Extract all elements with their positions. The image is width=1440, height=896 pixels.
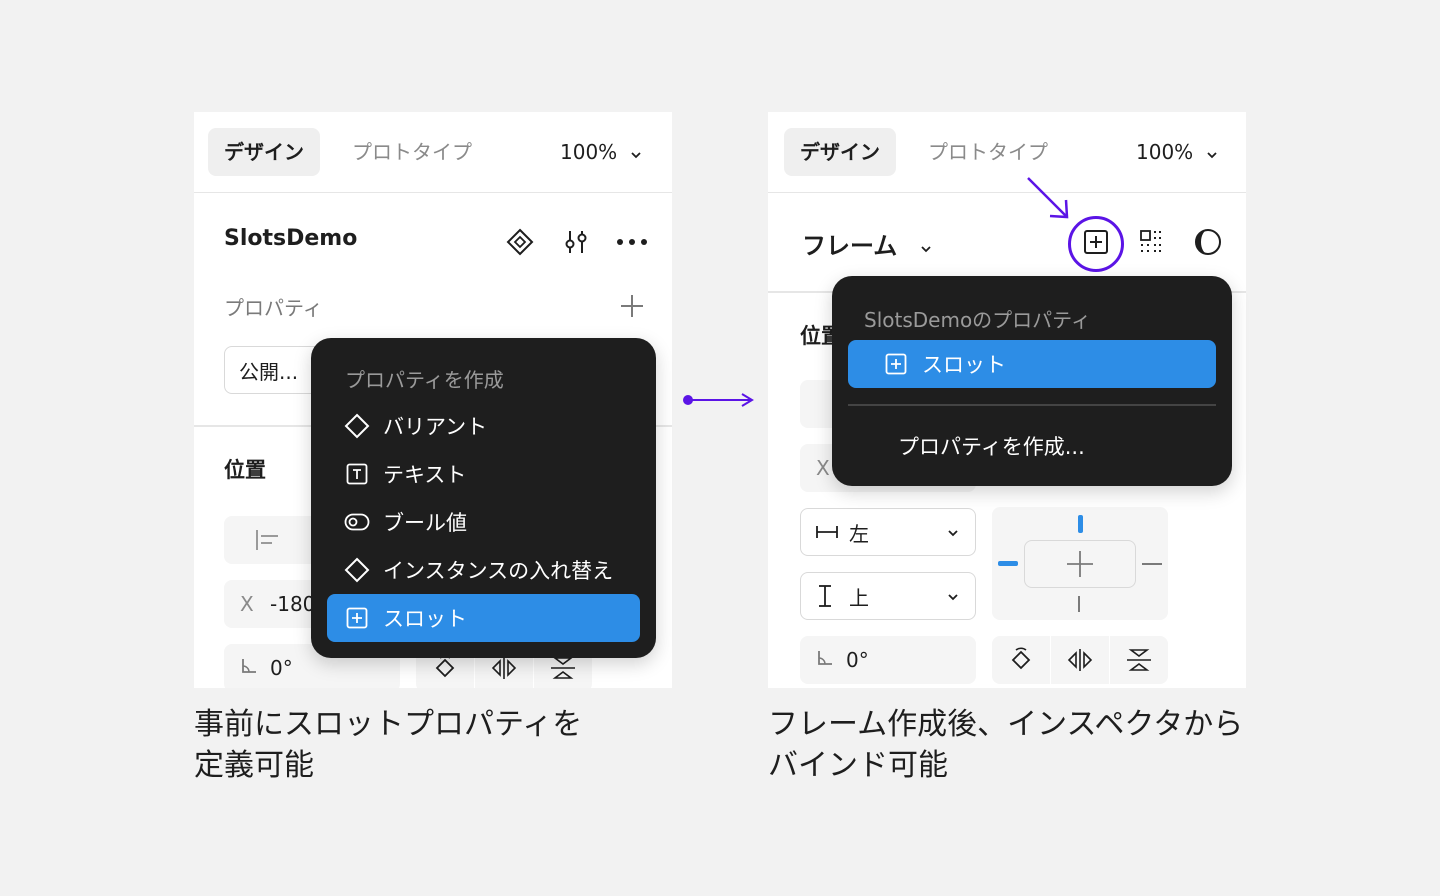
caption-line: 事前にスロットプロパティを xyxy=(194,707,583,742)
vertical-constraint-value: 上 xyxy=(849,585,869,610)
tab-prototype[interactable]: プロトタイプ xyxy=(336,128,488,176)
menu-item-instance-swap[interactable]: インスタンスの入れ替え xyxy=(327,546,640,594)
menu-item-create-property[interactable]: プロパティを作成... xyxy=(848,422,1216,470)
diamond-icon xyxy=(343,556,371,584)
adjust-sliders-icon[interactable] xyxy=(558,224,594,260)
appearance-mode-icon[interactable] xyxy=(1190,224,1226,260)
zoom-value: 100% xyxy=(1136,140,1194,164)
menu-item-slot[interactable]: スロット xyxy=(848,340,1216,388)
vertical-constraint-dropdown[interactable]: 上 xyxy=(800,572,976,620)
chevron-down-icon xyxy=(1206,130,1218,178)
constraint-left-handle[interactable] xyxy=(998,561,1018,566)
menu-divider xyxy=(848,404,1216,406)
menu-item-slot[interactable]: スロット xyxy=(327,594,640,642)
frame-label: フレーム xyxy=(802,232,898,260)
menu-header: SlotsDemoのプロパティ xyxy=(864,308,1091,332)
flip-horizontal-button[interactable] xyxy=(1051,636,1110,684)
rotation-value: 0° xyxy=(270,656,293,680)
menu-item-label: バリアント xyxy=(383,415,488,439)
tab-design[interactable]: デザイン xyxy=(784,128,896,176)
add-property-plus-icon[interactable] xyxy=(614,288,650,324)
plus-square-icon xyxy=(343,604,371,632)
x-value: -180 xyxy=(270,592,316,616)
tab-bar: デザイン プロトタイプ 100% xyxy=(194,112,672,193)
x-label: X xyxy=(240,592,254,616)
frame-dropdown[interactable]: フレーム xyxy=(802,226,932,261)
menu-item-boolean[interactable]: ブール値 xyxy=(327,498,640,546)
transform-buttons xyxy=(992,636,1168,684)
constraint-right-handle[interactable] xyxy=(1142,563,1162,565)
align-left-button[interactable] xyxy=(224,516,313,564)
tab-design[interactable]: デザイン xyxy=(208,128,320,176)
create-property-menu: プロパティを作成 バリアント テキスト ブール値 インスタンスの入れ替え スロッ… xyxy=(311,338,656,658)
transition-arrow xyxy=(680,390,760,410)
visibility-field-text: 公開... xyxy=(239,359,299,384)
menu-item-text[interactable]: テキスト xyxy=(327,450,640,498)
vertical-constraint-icon xyxy=(817,584,849,608)
toggle-icon xyxy=(343,508,371,536)
pointer-arrow xyxy=(1024,174,1074,224)
position-label: 位置 xyxy=(224,458,266,482)
zoom-value: 100% xyxy=(560,140,618,164)
menu-item-label: スロット xyxy=(922,353,1006,377)
text-box-icon xyxy=(343,460,371,488)
horizontal-constraint-value: 左 xyxy=(849,521,869,546)
right-caption: フレーム作成後、インスペクタから バインド可能 xyxy=(768,704,1243,786)
chevron-down-icon xyxy=(947,520,959,544)
constraint-center-box[interactable] xyxy=(1024,540,1136,588)
rotation-angle-icon xyxy=(240,656,270,680)
caption-line: フレーム作成後、インスペクタから xyxy=(768,707,1244,742)
menu-item-label: プロパティを作成... xyxy=(898,435,1085,459)
add-slot-button[interactable] xyxy=(1078,224,1114,260)
menu-header: プロパティを作成 xyxy=(345,368,504,392)
plus-square-icon xyxy=(882,350,910,378)
menu-item-label: テキスト xyxy=(383,463,467,487)
tab-bar: デザイン プロトタイプ 100% xyxy=(768,112,1246,193)
horizontal-constraint-icon xyxy=(815,524,849,540)
zoom-dropdown[interactable]: 100% xyxy=(1136,128,1218,176)
horizontal-constraint-dropdown[interactable]: 左 xyxy=(800,508,976,556)
chevron-down-icon xyxy=(630,130,642,178)
properties-label: プロパティ xyxy=(224,296,323,320)
constraint-bottom-handle[interactable] xyxy=(1078,596,1080,612)
flip-vertical-button[interactable] xyxy=(1110,636,1168,684)
chevron-down-icon xyxy=(920,233,932,261)
rotate-button[interactable] xyxy=(992,636,1051,684)
chevron-down-icon xyxy=(947,584,959,608)
menu-item-label: ブール値 xyxy=(383,511,467,535)
left-caption: 事前にスロットプロパティを 定義可能 xyxy=(194,704,582,786)
more-options-icon[interactable] xyxy=(614,224,650,260)
menu-item-label: スロット xyxy=(383,607,467,631)
component-diamond-icon[interactable] xyxy=(502,224,538,260)
component-grid-icon[interactable] xyxy=(1134,224,1170,260)
slot-properties-menu: SlotsDemoのプロパティ スロット プロパティを作成... xyxy=(832,276,1232,486)
rotation-field[interactable]: 0° xyxy=(800,636,976,684)
menu-item-variant[interactable]: バリアント xyxy=(327,402,640,450)
caption-line: 定義可能 xyxy=(194,748,314,783)
component-name: SlotsDemo xyxy=(224,226,358,251)
menu-item-label: インスタンスの入れ替え xyxy=(383,559,614,583)
rotation-value: 0° xyxy=(846,648,869,672)
diamond-icon xyxy=(343,412,371,440)
constraint-widget[interactable] xyxy=(992,507,1168,620)
tab-prototype[interactable]: プロトタイプ xyxy=(912,128,1064,176)
rotation-angle-icon xyxy=(816,648,846,672)
zoom-dropdown[interactable]: 100% xyxy=(560,128,642,176)
constraint-top-handle[interactable] xyxy=(1078,515,1083,533)
caption-line: バインド可能 xyxy=(768,748,948,783)
